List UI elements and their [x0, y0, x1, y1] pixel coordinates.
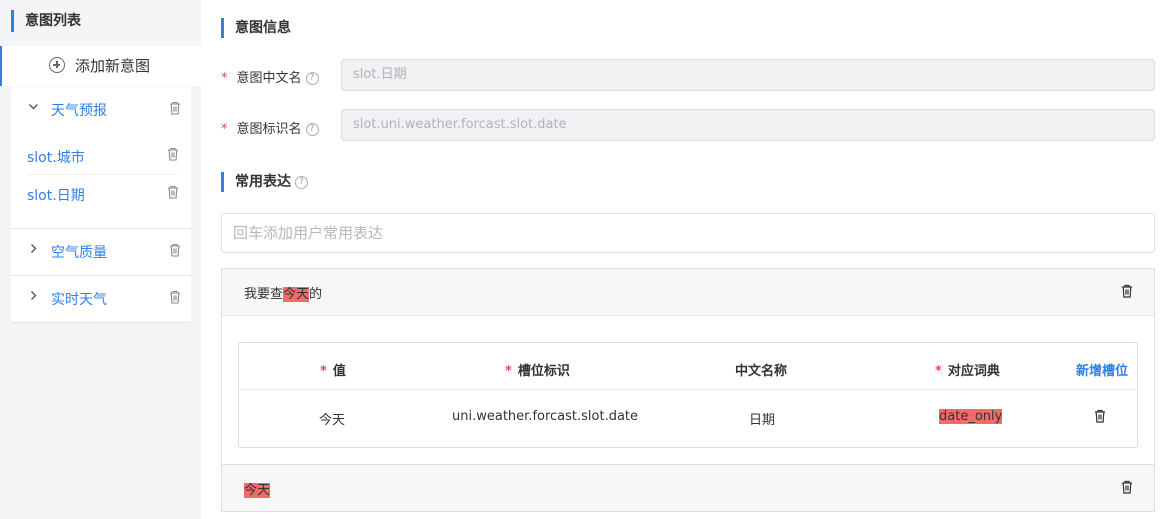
intent-group-header[interactable]: 实时天气: [11, 276, 191, 322]
expression-header[interactable]: 今天: [222, 465, 1154, 511]
required-mark: *: [221, 122, 228, 137]
slot-item[interactable]: slot.日期: [27, 175, 179, 213]
required-mark: *: [320, 364, 327, 379]
id-name-label: * 意图标识名?: [221, 118, 319, 137]
trash-icon[interactable]: [167, 185, 179, 199]
section-title-intent-info: 意图信息: [221, 18, 291, 38]
sidebar: 意图列表 添加新意图 天气预报 slot.城市 slot.日期 空气质量 实时天…: [0, 0, 201, 519]
slot-highlight[interactable]: 今天: [244, 483, 271, 498]
divider: [239, 389, 1137, 390]
chevron-right-icon[interactable]: [28, 290, 39, 305]
add-intent-button[interactable]: 添加新意图: [2, 46, 201, 86]
intent-group-label[interactable]: 天气预报: [51, 100, 107, 120]
slot-item-label[interactable]: slot.城市: [27, 147, 85, 167]
section-title-text: 意图信息: [235, 20, 291, 36]
chevron-down-icon[interactable]: [28, 101, 39, 116]
column-header-text: 槽位标识: [517, 364, 570, 379]
trash-icon[interactable]: [167, 147, 179, 161]
trash-icon[interactable]: [1121, 284, 1133, 302]
cell-slot-id[interactable]: uni.weather.forcast.slot.date: [452, 409, 638, 424]
intent-group-label[interactable]: 实时天气: [51, 289, 107, 309]
required-mark: *: [505, 364, 512, 379]
column-header-slot-id: * 槽位标识: [505, 360, 570, 379]
intent-group: 空气质量: [11, 229, 191, 276]
expression-text: 今天: [244, 479, 271, 498]
required-mark: *: [221, 71, 228, 86]
expression-card: 今天: [221, 464, 1155, 512]
column-header-text: 值: [332, 364, 346, 379]
intent-group-header[interactable]: 天气预报: [11, 87, 191, 133]
trash-icon[interactable]: [1094, 409, 1106, 427]
cn-name-field[interactable]: slot.日期: [341, 59, 1155, 91]
column-header-value: * 值: [320, 360, 346, 379]
column-header-dict: * 对应词典: [935, 360, 1000, 379]
trash-icon[interactable]: [169, 290, 181, 304]
chevron-right-icon[interactable]: [28, 243, 39, 258]
cell-dict[interactable]: date_only: [939, 409, 1003, 424]
section-title-expressions: 常用表达?: [221, 172, 308, 192]
intent-group-header[interactable]: 空气质量: [11, 229, 191, 275]
id-name-label-text: 意图标识名: [236, 122, 302, 137]
expression-prefix: 我要查: [244, 287, 284, 302]
add-slot-button[interactable]: 新增槽位: [1076, 360, 1128, 379]
intent-group-label[interactable]: 空气质量: [51, 242, 107, 262]
column-header-text: 中文名称: [735, 364, 788, 379]
expression-input[interactable]: [221, 213, 1155, 253]
help-icon[interactable]: ?: [295, 175, 308, 189]
sidebar-title: 意图列表: [11, 10, 81, 32]
expression-card: 我要查今天的 * 值 * 槽位标识 中文名称 * 对应词典 新增槽位 今天 uni.w…: [221, 268, 1155, 465]
intent-group: 天气预报 slot.城市 slot.日期: [11, 87, 191, 229]
column-header-text: 对应词典: [947, 364, 1000, 379]
help-icon[interactable]: ?: [305, 72, 319, 85]
add-intent-label: 添加新意图: [75, 57, 151, 75]
slot-item-label[interactable]: slot.日期: [27, 185, 85, 205]
trash-icon[interactable]: [169, 243, 181, 257]
expression-header[interactable]: 我要查今天的: [222, 269, 1154, 316]
cell-value[interactable]: 今天: [319, 409, 345, 428]
slot-item[interactable]: slot.城市: [27, 137, 179, 175]
expression-text: 我要查今天的: [244, 283, 322, 302]
main-panel: 意图信息 * 意图中文名? slot.日期 * 意图标识名? slot.uni.we…: [201, 0, 1165, 519]
cn-name-label: * 意图中文名?: [221, 67, 319, 86]
required-mark: *: [935, 364, 942, 379]
section-title-text: 常用表达: [235, 174, 291, 190]
cell-cn-name[interactable]: 日期: [749, 409, 775, 428]
cn-name-label-text: 意图中文名: [236, 71, 302, 86]
id-name-field[interactable]: slot.uni.weather.forcast.slot.date: [341, 109, 1155, 141]
trash-icon[interactable]: [1121, 480, 1133, 498]
slot-table: * 值 * 槽位标识 中文名称 * 对应词典 新增槽位 今天 uni.weather.…: [238, 342, 1138, 448]
slot-highlight[interactable]: 今天: [283, 287, 310, 302]
column-header-cn-name: 中文名称: [735, 360, 787, 379]
expression-suffix: 的: [309, 287, 323, 302]
trash-icon[interactable]: [169, 101, 181, 115]
intent-group: 实时天气: [11, 276, 191, 323]
help-icon[interactable]: ?: [305, 123, 319, 136]
plus-circle-icon: [49, 57, 65, 73]
